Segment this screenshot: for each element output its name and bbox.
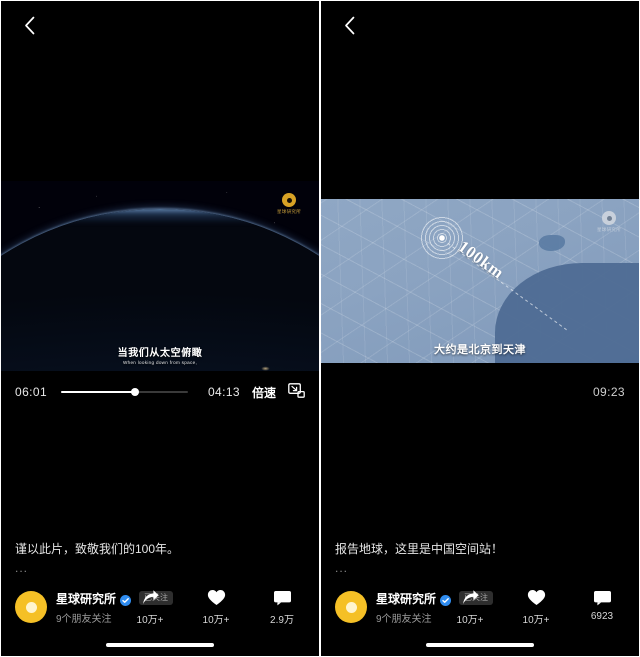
video-subtitle: 当我们从太空俯瞰 When looking down from space, [1, 344, 319, 365]
planet-avatar-icon [345, 601, 357, 613]
caption-expand[interactable]: ... [15, 561, 305, 575]
author-meta: 星球研究所 已关注 9个朋友关注 [56, 590, 174, 625]
watermark-label: 星球研究所 [597, 227, 621, 232]
map-background: 100km [321, 199, 639, 363]
share-count: 10万+ [456, 614, 484, 626]
top-navigation-bar [321, 1, 639, 49]
action-buttons: 10万+ 10万+ [127, 589, 305, 626]
author-name[interactable]: 星球研究所 [56, 590, 116, 607]
progress-slider[interactable] [61, 384, 188, 400]
progress-fill [61, 391, 135, 393]
action-buttons: 10万+ 10万+ [447, 589, 625, 626]
avatar[interactable] [15, 591, 47, 623]
post-caption[interactable]: 报告地球，这里是中国空间站！ ... [335, 541, 625, 575]
like-button[interactable]: 10万+ [513, 589, 559, 626]
share-count: 10万+ [136, 614, 164, 626]
video-frame[interactable]: 星球研究所 当我们从太空俯瞰 When looking down from sp… [1, 181, 319, 371]
like-count: 10万+ [522, 614, 550, 626]
home-indicator [426, 643, 534, 647]
chevron-left-icon [344, 16, 355, 35]
caption-expand[interactable]: ... [335, 561, 625, 575]
caption-text: 报告地球，这里是中国空间站！ [335, 542, 504, 556]
author-name-row: 星球研究所 已关注 [376, 590, 494, 607]
share-button[interactable]: 10万+ [127, 589, 173, 626]
comment-bubble-icon [273, 589, 292, 607]
post-caption[interactable]: 谨以此片，致敬我们的100年。 ... [15, 541, 305, 575]
author-action-bar: 星球研究所 已关注 9个朋友关注 [1, 584, 319, 630]
like-count: 10万+ [202, 614, 230, 626]
phone-panel-video-post: 星球研究所 当我们从太空俯瞰 When looking down from sp… [1, 1, 319, 656]
author-meta: 星球研究所 已关注 9个朋友关注 [376, 590, 494, 625]
map-image[interactable]: 100km 星球研究所 大约是北京到天津 [321, 199, 639, 363]
top-navigation-bar [1, 1, 319, 49]
author-name[interactable]: 星球研究所 [376, 590, 436, 607]
friends-following-label: 9个朋友关注 [56, 613, 112, 625]
comment-button[interactable]: 2.9万 [259, 589, 305, 626]
timestamp-row: 09:23 [321, 376, 639, 408]
video-player-controls: 06:01 04:13 倍速 [1, 376, 319, 408]
subtitle-chinese: 当我们从太空俯瞰 [117, 348, 203, 359]
post-timestamp: 09:23 [592, 385, 625, 399]
dual-phone-screenshot: 星球研究所 当我们从太空俯瞰 When looking down from sp… [0, 0, 640, 657]
subtitle-english: When looking down from space, [122, 360, 198, 365]
share-button[interactable]: 10万+ [447, 589, 493, 626]
phone-panel-image-post: 100km 星球研究所 大约是北京到天津 09:23 报告地球，这里是中国空间站… [321, 1, 639, 656]
planet-avatar-icon [25, 601, 37, 613]
picture-in-picture-button[interactable] [288, 383, 305, 401]
heart-icon [207, 589, 226, 607]
progress-knob[interactable] [130, 388, 139, 396]
home-indicator [106, 643, 214, 647]
back-button[interactable] [329, 5, 369, 45]
heart-icon [527, 589, 546, 607]
comment-bubble-icon [593, 589, 612, 607]
current-time-label: 06:01 [15, 385, 48, 399]
planet-logo-icon [282, 193, 296, 207]
friends-following-label: 9个朋友关注 [376, 613, 432, 625]
avatar[interactable] [335, 591, 367, 623]
like-button[interactable]: 10万+ [193, 589, 239, 626]
playback-speed-button[interactable]: 倍速 [252, 384, 276, 401]
author-name-row: 星球研究所 已关注 [56, 590, 174, 607]
channel-watermark: 星球研究所 [277, 193, 301, 215]
picture-in-picture-icon [288, 383, 305, 401]
comment-button[interactable]: 6923 [579, 589, 625, 622]
watermark-label: 星球研究所 [277, 209, 301, 214]
back-button[interactable] [9, 5, 49, 45]
comment-count: 6923 [590, 610, 614, 622]
channel-watermark: 星球研究所 [597, 211, 621, 233]
remaining-time-label: 04:13 [207, 385, 240, 399]
comment-count: 2.9万 [270, 614, 294, 626]
share-arrow-icon [461, 589, 480, 607]
planet-logo-icon [602, 211, 616, 225]
share-arrow-icon [141, 589, 160, 607]
map-caption-text: 大约是北京到天津 [434, 344, 526, 356]
chevron-left-icon [24, 16, 35, 35]
caption-text: 谨以此片，致敬我们的100年。 [15, 542, 180, 556]
author-action-bar: 星球研究所 已关注 9个朋友关注 [321, 584, 639, 630]
